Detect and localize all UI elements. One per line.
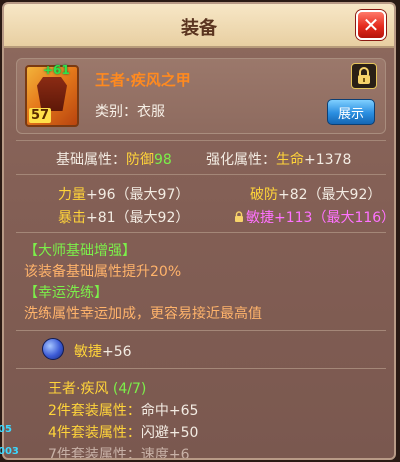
item-category: 类别：衣服 [95,104,165,120]
show-button[interactable]: 展示 [327,99,375,125]
panel-title: 装备 [181,18,217,39]
attr-name: 破防 [250,187,278,203]
base-stat-label: 基础属性： [56,152,126,168]
attr-max: （最大97） [115,187,190,203]
set-progress: (4/7) [112,381,147,397]
small-lock-icon [234,211,244,227]
enhance-stat-name: 生命 [276,152,304,168]
attr-value: +96 [86,187,116,203]
attr-max: （最大116） [312,210,396,226]
set-bonus-stat: 命中+65 [140,403,199,419]
item-summary: +61 57 王者·疾风之甲 类别：衣服 展示 [16,58,386,134]
equipment-panel: 装备 ✕ +61 57 王者·疾风之甲 类别：衣服 展示 基础属性：防御98 强… [2,2,396,460]
enhance-level: +61 [43,63,70,77]
set-bonus-stat: 速度+6 [140,447,190,460]
attr-row: 破防+82（最大92） [250,184,381,204]
attr-max: （最大92） [307,187,382,203]
panel-header: 装备 ✕ [4,4,394,48]
enhance-stat: 强化属性：生命+1378 [206,149,351,169]
attr-value: +81 [86,210,116,226]
attr-max: （最大92） [115,210,190,226]
attr-name: 暴击 [58,210,86,226]
divider [16,330,386,331]
divider [16,232,386,233]
set-bonus: 7件套装属性：速度+6 [48,444,190,460]
close-button[interactable]: ✕ [356,10,386,40]
set-bonus-stat: 闪避+50 [140,425,199,441]
attr-row: 力量+96（最大97） [58,184,189,204]
divider [16,174,386,175]
divider [16,368,386,369]
side-number: 05 [0,424,12,435]
gem-stat-value: +56 [102,344,132,360]
attr-row: 暴击+81（最大92） [58,207,189,227]
attr-name: 敏捷 [246,210,274,226]
armor-icon [37,77,67,111]
gem-stat-name: 敏捷 [74,344,102,360]
gem-stat: 敏捷+56 [74,341,132,361]
attr-value: +113 [274,210,313,226]
set-bonus: 4件套装属性：闪避+50 [48,422,198,442]
set-bonus-label: 2件套装属性： [48,403,141,419]
master-desc: 该装备基础属性提升20% [24,264,182,280]
armor-item-icon[interactable]: +61 57 [25,63,79,127]
side-number: 003 [0,446,19,457]
set-bonus-label: 7件套装属性： [48,447,141,460]
base-stat-name: 防御 [126,152,154,168]
attr-value: +82 [278,187,308,203]
set-name: 王者·疾风 [48,381,109,397]
set-bonus-label: 4件套装属性： [48,425,141,441]
enhance-stat-label: 强化属性： [206,152,276,168]
attr-name: 力量 [58,187,86,203]
set-header: 王者·疾风 (4/7) [48,378,146,398]
close-icon: ✕ [362,13,380,37]
item-name: 王者·疾风之甲 [95,71,191,89]
lucky-title: 【幸运洗练】 [24,285,108,301]
master-title: 【大师基础增强】 [24,243,136,259]
lock-icon[interactable] [351,63,377,89]
base-stat: 基础属性：防御98 [56,149,172,169]
attr-row-locked: 敏捷+113（最大116） [234,207,396,227]
base-stat-value: 98 [154,152,172,168]
agility-gem-icon[interactable] [42,338,64,360]
enhance-stat-value: +1378 [304,152,352,168]
lucky-desc: 洗练属性幸运加成，更容易接近最高值 [24,306,262,322]
set-bonus: 2件套装属性：命中+65 [48,400,198,420]
item-level: 57 [29,108,52,123]
divider [16,140,386,141]
